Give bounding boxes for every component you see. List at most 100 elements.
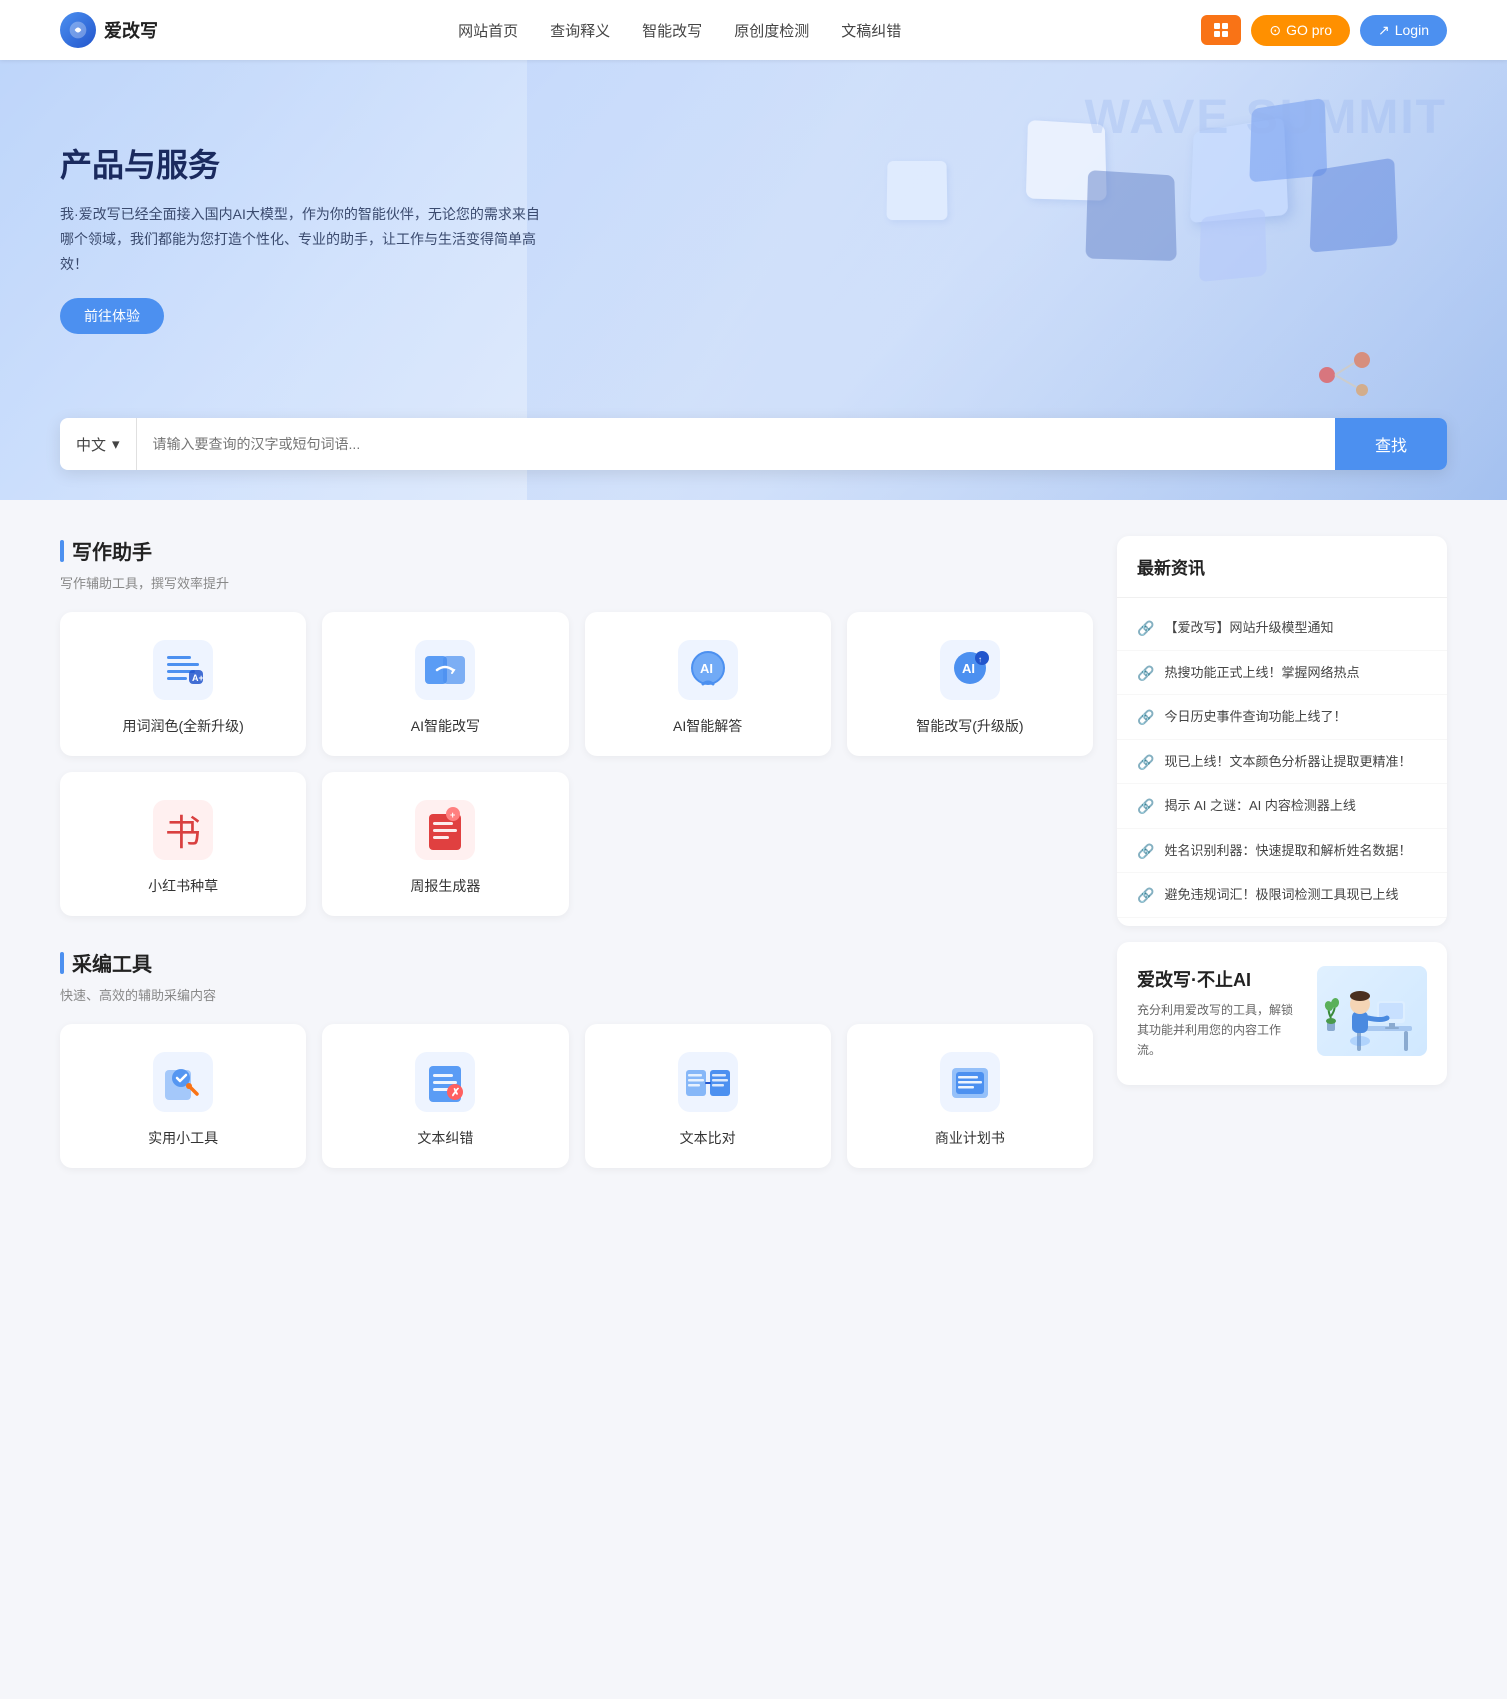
news-item-2[interactable]: 🔗 今日历史事件查询功能上线了！ bbox=[1117, 695, 1447, 740]
ad-figure bbox=[1317, 966, 1427, 1056]
news-panel: 最新资讯 🔗 【爱改写】网站升级模型通知 🔗 热搜功能正式上线！掌握网络热点 🔗… bbox=[1117, 536, 1447, 926]
caimi-tool-grid: 实用小工具 ✗ 文本 bbox=[60, 1024, 1093, 1168]
news-item-4[interactable]: 🔗 揭示 AI 之谜：AI 内容检测器上线 bbox=[1117, 784, 1447, 829]
news-item-5[interactable]: 🔗 姓名识别利器：快速提取和解析姓名数据！ bbox=[1117, 829, 1447, 874]
hero-cta-button[interactable]: 前往体验 bbox=[60, 298, 164, 334]
news-item-1[interactable]: 🔗 热搜功能正式上线！掌握网络热点 bbox=[1117, 651, 1447, 696]
tool-writing6-icon: + bbox=[415, 800, 475, 860]
login-icon: ↗ bbox=[1378, 22, 1390, 39]
tool-writing2[interactable]: AI智能改写 bbox=[322, 612, 568, 756]
go-pro-button[interactable]: ⊙ GO pro bbox=[1251, 15, 1350, 46]
svg-text:书: 书 bbox=[165, 812, 201, 853]
login-button[interactable]: ↗ Login bbox=[1360, 15, 1447, 46]
news-item-6[interactable]: 🔗 避免违规词汇！极限词检测工具现已上线 bbox=[1117, 873, 1447, 918]
news-header: 最新资讯 bbox=[1117, 536, 1447, 598]
left-panel: 写作助手 写作辅助工具，撰写效率提升 A+ bbox=[60, 536, 1093, 1200]
nav-actions: ⊙ GO pro ↗ Login bbox=[1201, 15, 1447, 46]
main-content: 写作助手 写作辅助工具，撰写效率提升 A+ bbox=[0, 500, 1507, 1236]
tool-writing3-icon: AI bbox=[678, 640, 738, 700]
nav-correct[interactable]: 文稿纠错 bbox=[841, 20, 901, 41]
link-icon-4: 🔗 bbox=[1137, 798, 1154, 815]
tool-caimi2-label: 文本纠错 bbox=[417, 1128, 473, 1148]
tool-writing6[interactable]: + 周报生成器 bbox=[322, 772, 568, 916]
writing-section: 写作助手 写作辅助工具，撰写效率提升 A+ bbox=[60, 536, 1093, 916]
news-list: 🔗 【爱改写】网站升级模型通知 🔗 热搜功能正式上线！掌握网络热点 🔗 今日历史… bbox=[1117, 598, 1447, 926]
tool-writing1-label: 用词润色(全新升级) bbox=[122, 716, 243, 736]
writing-section-subtitle: 写作辅助工具，撰写效率提升 bbox=[60, 573, 1093, 592]
news-text-0: 【爱改写】网站升级模型通知 bbox=[1164, 618, 1333, 638]
login-label: Login bbox=[1395, 22, 1429, 38]
navbar: 爱改写 网站首页 查询释义 智能改写 原创度检测 文稿纠错 ⊙ GO pro ↗… bbox=[0, 0, 1507, 60]
tool-caimi4-label: 商业计划书 bbox=[935, 1128, 1005, 1148]
svg-text:A+: A+ bbox=[192, 673, 204, 683]
news-item-0[interactable]: 🔗 【爱改写】网站升级模型通知 bbox=[1117, 606, 1447, 651]
tool-writing5-label: 小红书种草 bbox=[148, 876, 218, 896]
svg-text:+: + bbox=[450, 810, 455, 820]
tool-writing4-icon: AI ↑ bbox=[940, 640, 1000, 700]
hero-title: 产品与服务 bbox=[60, 140, 540, 186]
tool-writing5-icon: 书 bbox=[153, 800, 213, 860]
ad-title: 爱改写·不止AI bbox=[1137, 966, 1297, 992]
caimi-section-subtitle: 快速、高效的辅助采编内容 bbox=[60, 985, 1093, 1004]
tool-writing5[interactable]: 书 小红书种草 bbox=[60, 772, 306, 916]
tool-writing3[interactable]: AI AI智能解答 bbox=[585, 612, 831, 756]
logo[interactable]: 爱改写 bbox=[60, 12, 158, 48]
news-text-5: 姓名识别利器：快速提取和解析姓名数据！ bbox=[1164, 841, 1411, 861]
nav-home[interactable]: 网站首页 bbox=[458, 20, 518, 41]
search-lang-text: 中文 bbox=[76, 434, 106, 455]
tool-caimi4[interactable]: 商业计划书 bbox=[847, 1024, 1093, 1168]
news-text-2: 今日历史事件查询功能上线了！ bbox=[1164, 707, 1346, 727]
news-text-4: 揭示 AI 之谜：AI 内容检测器上线 bbox=[1164, 796, 1355, 816]
right-panel: 最新资讯 🔗 【爱改写】网站升级模型通知 🔗 热搜功能正式上线！掌握网络热点 🔗… bbox=[1117, 536, 1447, 1200]
ad-text: 爱改写·不止AI 充分利用爱改写的工具，解锁其功能并利用您的内容工作流。 bbox=[1137, 966, 1297, 1061]
tool-caimi2[interactable]: ✗ 文本纠错 bbox=[322, 1024, 568, 1168]
svg-text:AI: AI bbox=[700, 661, 713, 676]
news-text-1: 热搜功能正式上线！掌握网络热点 bbox=[1164, 663, 1359, 683]
go-pro-label: GO pro bbox=[1286, 22, 1332, 38]
logo-icon bbox=[60, 12, 96, 48]
ad-desc: 充分利用爱改写的工具，解锁其功能并利用您的内容工作流。 bbox=[1137, 1000, 1297, 1061]
tool-caimi1-label: 实用小工具 bbox=[148, 1128, 218, 1148]
link-icon-3: 🔗 bbox=[1137, 754, 1154, 771]
link-icon-5: 🔗 bbox=[1137, 843, 1154, 860]
tool-caimi3[interactable]: 文本比对 bbox=[585, 1024, 831, 1168]
nav-rewrite[interactable]: 智能改写 bbox=[642, 20, 702, 41]
caimi-section: 采编工具 快速、高效的辅助采编内容 bbox=[60, 948, 1093, 1168]
link-icon-2: 🔗 bbox=[1137, 709, 1154, 726]
link-icon-1: 🔗 bbox=[1137, 665, 1154, 682]
search-input[interactable] bbox=[137, 418, 1335, 470]
tool-caimi1[interactable]: 实用小工具 bbox=[60, 1024, 306, 1168]
writing-section-title: 写作助手 bbox=[60, 536, 1093, 565]
tool-writing4-label: 智能改写(升级版) bbox=[916, 716, 1023, 736]
tool-writing3-label: AI智能解答 bbox=[673, 716, 742, 736]
tool-caimi2-icon: ✗ bbox=[415, 1052, 475, 1112]
news-item-3[interactable]: 🔗 现已上线！文本颜色分析器让提取更精准！ bbox=[1117, 740, 1447, 785]
tool-caimi3-icon bbox=[678, 1052, 738, 1112]
tool-writing2-label: AI智能改写 bbox=[411, 716, 480, 736]
go-pro-icon: ⊙ bbox=[1269, 22, 1281, 39]
news-text-6: 避免违规词汇！极限词检测工具现已上线 bbox=[1164, 885, 1398, 905]
hero-section: WAVE SUMMIT 产品与服务 我·爱改写已经全面接入国内AI大模型，作为你… bbox=[0, 60, 1507, 500]
search-button[interactable]: 查找 bbox=[1335, 418, 1447, 470]
svg-text:✗: ✗ bbox=[451, 1087, 460, 1099]
news-text-3: 现已上线！文本颜色分析器让提取更精准！ bbox=[1164, 752, 1411, 772]
nav-query[interactable]: 查询释义 bbox=[550, 20, 610, 41]
writing-tool-grid: A+ 用词润色(全新升级) bbox=[60, 612, 1093, 916]
tool-writing1[interactable]: A+ 用词润色(全新升级) bbox=[60, 612, 306, 756]
svg-text:AI: AI bbox=[962, 661, 975, 676]
tool-writing4[interactable]: AI ↑ 智能改写(升级版) bbox=[847, 612, 1093, 756]
tool-caimi3-label: 文本比对 bbox=[680, 1128, 736, 1148]
tool-caimi4-icon bbox=[940, 1052, 1000, 1112]
nav-links: 网站首页 查询释义 智能改写 原创度检测 文稿纠错 bbox=[458, 20, 901, 41]
logo-text: 爱改写 bbox=[104, 17, 158, 43]
search-lang-selector[interactable]: 中文 ▾ bbox=[60, 418, 137, 470]
ad-panel: 爱改写·不止AI 充分利用爱改写的工具，解锁其功能并利用您的内容工作流。 bbox=[1117, 942, 1447, 1085]
link-icon-6: 🔗 bbox=[1137, 887, 1154, 904]
grid-button[interactable] bbox=[1201, 15, 1241, 45]
tool-writing2-icon bbox=[415, 640, 475, 700]
hero-content: 产品与服务 我·爱改写已经全面接入国内AI大模型，作为你的智能伙伴，无论您的需求… bbox=[0, 60, 600, 334]
search-bar: 中文 ▾ 查找 bbox=[60, 418, 1447, 470]
tool-writing1-icon: A+ bbox=[153, 640, 213, 700]
chevron-down-icon: ▾ bbox=[112, 435, 120, 453]
nav-original[interactable]: 原创度检测 bbox=[734, 20, 809, 41]
